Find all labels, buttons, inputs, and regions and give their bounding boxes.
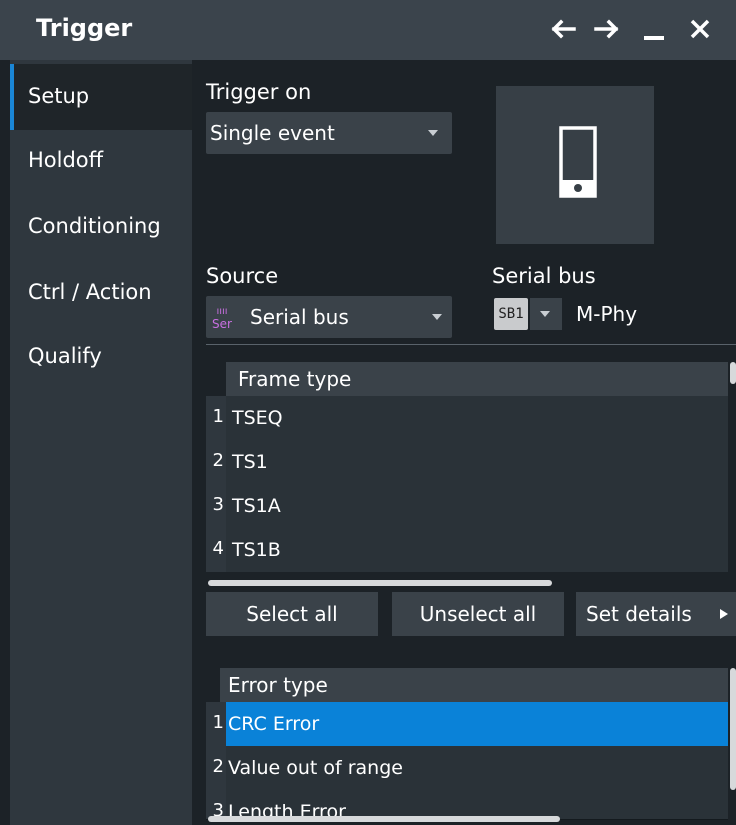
chevron-down-icon	[540, 311, 550, 317]
caret-right-icon	[720, 609, 728, 619]
serial-bus-icon: ıııı Ser	[212, 306, 232, 330]
set-details-button[interactable]: Set details	[576, 592, 736, 636]
sidebar-item-conditioning[interactable]: Conditioning	[10, 194, 192, 260]
table-row[interactable]: 1 TSEQ	[206, 396, 728, 440]
frame-table-vertical-scrollbar[interactable]	[730, 362, 736, 384]
frame-type-cell: TS1A	[232, 495, 281, 517]
row-number: 2	[212, 756, 224, 777]
row-number: 1	[212, 712, 224, 733]
sidebar-item-label: Ctrl / Action	[28, 280, 152, 304]
phone-icon	[559, 126, 597, 198]
close-icon[interactable]	[686, 12, 716, 46]
table-row[interactable]: 4 TS1B	[206, 528, 728, 572]
source-value: Serial bus	[250, 305, 349, 329]
error-type-cell: Value out of range	[228, 757, 403, 779]
chevron-down-icon	[432, 314, 442, 320]
svg-text:ıııı: ıııı	[216, 306, 227, 317]
table-row[interactable]: 3 TS1A	[206, 484, 728, 528]
chevron-down-icon	[428, 130, 438, 136]
divider	[206, 344, 736, 345]
minimize-icon[interactable]	[640, 12, 670, 46]
serial-bus-badge[interactable]: SB1	[494, 298, 528, 330]
sidebar-item-holdoff[interactable]: Holdoff	[10, 128, 192, 194]
table-row[interactable]: 1 CRC Error	[206, 702, 728, 746]
error-type-header: Error type	[228, 673, 328, 697]
setup-panel: Trigger on Single event Source ıııı Ser …	[192, 60, 736, 825]
trigger-on-value: Single event	[210, 121, 335, 145]
source-label: Source	[206, 264, 279, 288]
row-number: 2	[212, 450, 224, 471]
sidebar-item-ctrl-action[interactable]: Ctrl / Action	[10, 260, 192, 326]
row-number: 3	[212, 494, 224, 515]
trigger-on-label: Trigger on	[206, 80, 312, 104]
row-number: 4	[212, 538, 224, 559]
window-title: Trigger	[36, 14, 133, 42]
arrow-left-icon[interactable]	[548, 12, 578, 46]
frame-table-horizontal-scrollbar[interactable]	[208, 580, 552, 586]
unselect-all-button[interactable]: Unselect all	[392, 592, 564, 636]
trigger-preview	[496, 86, 654, 244]
sidebar: Setup Holdoff Conditioning Ctrl / Action…	[10, 60, 192, 825]
error-type-cell: CRC Error	[228, 713, 320, 735]
frame-type-cell: TS1	[232, 451, 268, 473]
svg-text:Ser: Ser	[212, 317, 232, 330]
sidebar-item-qualify[interactable]: Qualify	[10, 324, 192, 390]
sidebar-item-label: Setup	[28, 84, 90, 108]
sidebar-item-label: Conditioning	[28, 214, 161, 238]
frame-type-cell: TSEQ	[232, 407, 283, 429]
table-row[interactable]: 2 TS1	[206, 440, 728, 484]
sidebar-item-label: Holdoff	[28, 148, 104, 172]
table-header: Error type	[220, 668, 728, 702]
table-row[interactable]: 2 Value out of range	[206, 746, 728, 790]
trigger-on-dropdown[interactable]: Single event	[206, 112, 452, 154]
serial-bus-label: Serial bus	[492, 264, 596, 288]
frame-type-cell: TS1B	[232, 539, 281, 561]
arrow-right-icon[interactable]	[592, 12, 622, 46]
error-table-vertical-scrollbar[interactable]	[730, 668, 736, 790]
serial-bus-dropdown[interactable]	[530, 298, 562, 330]
serial-bus-protocol: M-Phy	[576, 302, 638, 326]
select-all-button[interactable]: Select all	[206, 592, 378, 636]
sidebar-item-setup[interactable]: Setup	[10, 64, 192, 130]
frame-type-header: Frame type	[238, 367, 352, 391]
title-bar: Trigger	[0, 0, 736, 60]
frame-type-table: Frame type 1 TSEQ 2 TS1 3 TS1A 4 TS1B	[206, 362, 728, 578]
error-type-table: Error type 1 CRC Error 2 Value out of ra…	[206, 668, 728, 820]
sidebar-item-label: Qualify	[28, 344, 102, 368]
error-table-horizontal-scrollbar[interactable]	[208, 816, 560, 822]
row-number: 1	[212, 406, 224, 427]
source-dropdown[interactable]: ıııı Ser Serial bus	[206, 296, 452, 338]
table-header: Frame type	[226, 362, 728, 396]
